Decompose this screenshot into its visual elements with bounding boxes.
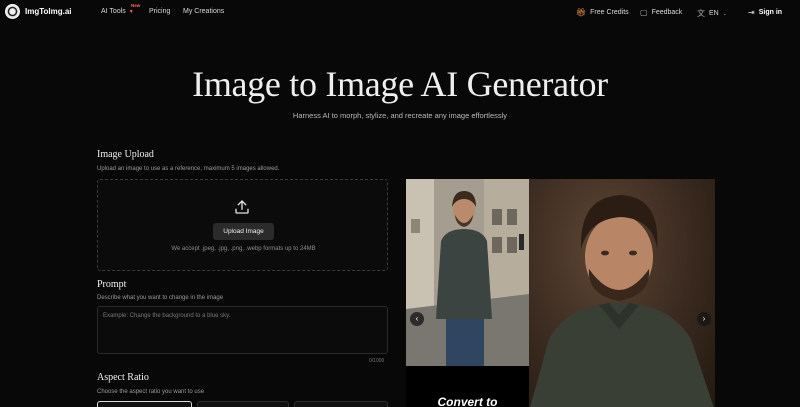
prompt-textarea[interactable]: Example: Change the background to a blue… (97, 306, 388, 354)
gift-icon: 🎁︎ (576, 8, 587, 17)
next-slide-button[interactable]: › (697, 312, 711, 326)
upload-icon (235, 200, 249, 214)
upload-section-title: Image Upload (97, 149, 154, 160)
page-title: Image to Image AI Generator (192, 64, 608, 104)
before-after-preview: Convert to ‹ › (406, 179, 715, 407)
after-photo (529, 179, 715, 407)
brand[interactable]: ImgToImg.ai (5, 4, 72, 19)
aspect-option-2[interactable] (197, 401, 289, 407)
nav-pricing[interactable]: Pricing (149, 8, 170, 15)
chevron-right-icon: › (702, 314, 706, 323)
page-subtitle: Harness AI to morph, stylize, and recrea… (292, 111, 508, 120)
portrait-illustration (530, 195, 714, 407)
chevron-down-icon: ▼ (128, 9, 134, 15)
nav-my-creations[interactable]: My Creations (183, 8, 224, 15)
feedback-icon: ▢ (640, 8, 648, 17)
new-badge: New (131, 3, 141, 8)
sign-in-link[interactable]: ⇥ Sign in (748, 8, 782, 17)
translate-icon: 文 (697, 9, 705, 18)
chevron-left-icon: ‹ (415, 314, 419, 323)
prompt-placeholder: Example: Change the background to a blue… (103, 313, 231, 319)
aspect-option-3[interactable] (294, 401, 388, 407)
upload-image-button[interactable]: Upload Image (213, 223, 274, 240)
free-credits-label: Free Credits (590, 9, 629, 16)
nav-ai-tools[interactable]: AI Tools ▼ (101, 8, 134, 15)
feedback-label: Feedback (651, 9, 683, 16)
sign-in-label: Sign in (758, 9, 783, 16)
language-label: EN (709, 10, 719, 17)
logo-icon (5, 4, 20, 19)
preview-caption: Convert to (437, 395, 498, 407)
aspect-section-title: Aspect Ratio (97, 372, 149, 383)
chevron-down-icon: ⌄ (722, 10, 727, 17)
upload-format-note: We accept .jpeg, .jpg, .png, .webp forma… (171, 246, 316, 252)
upload-dropzone[interactable]: Upload Image We accept .jpeg, .jpg, .png… (97, 179, 388, 271)
brand-name: ImgToImg.ai (25, 7, 72, 16)
prompt-section-description: Describe what you want to change in the … (97, 295, 224, 301)
nav-ai-tools-label: AI Tools (101, 8, 126, 15)
aspect-option-1[interactable] (97, 401, 192, 407)
free-credits-link[interactable]: 🎁︎ Free Credits (576, 8, 629, 17)
prev-slide-button[interactable]: ‹ (410, 312, 424, 326)
language-selector[interactable]: 文 EN ⌄ (697, 8, 727, 19)
street-scene-illustration (406, 179, 529, 366)
upload-section-description: Upload an image to use as a reference, m… (97, 166, 280, 172)
prompt-section-title: Prompt (97, 279, 127, 290)
feedback-link[interactable]: ▢ Feedback (640, 8, 682, 17)
top-navbar: ImgToImg.ai AI Tools ▼ New Pricing My Cre… (0, 0, 800, 24)
sign-in-icon: ⇥ (748, 8, 755, 17)
aspect-section-description: Choose the aspect ratio you want to use (97, 389, 205, 395)
prompt-char-counter: 0/1000 (369, 358, 385, 364)
before-photo (406, 179, 529, 366)
